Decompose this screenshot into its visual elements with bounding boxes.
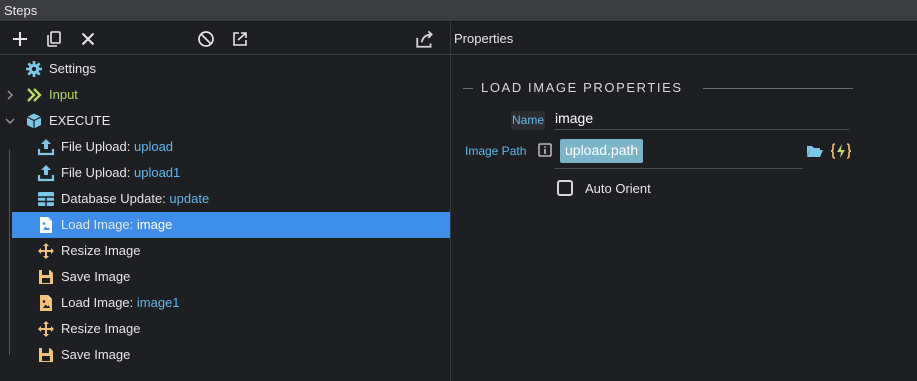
tree-item-file-upload[interactable]: File Upload: upload bbox=[0, 134, 450, 160]
tree-item-save-image[interactable]: Save Image bbox=[0, 342, 450, 368]
tree-item-label: File Upload: bbox=[61, 165, 134, 180]
tree-item-save-image[interactable]: Save Image bbox=[0, 264, 450, 290]
tree-item-label: Resize Image bbox=[61, 243, 141, 258]
disable-step-button[interactable] bbox=[196, 29, 216, 49]
close-icon bbox=[81, 32, 95, 46]
properties-header: Properties bbox=[416, 22, 917, 55]
section-load-image-properties: LOAD IMAGE PROPERTIES bbox=[463, 80, 853, 98]
name-field[interactable]: image bbox=[554, 107, 849, 130]
tree-item-load-image-selected[interactable]: Load Image: image bbox=[12, 212, 450, 238]
tree-item-execute[interactable]: EXECUTE bbox=[0, 108, 450, 134]
chevron-down-icon[interactable] bbox=[3, 114, 17, 128]
tree-item-resize-image[interactable]: Resize Image bbox=[0, 238, 450, 264]
tree-item-label: Load Image: bbox=[61, 217, 137, 232]
section-divider bbox=[463, 88, 473, 89]
tree-item-label: Save Image bbox=[61, 269, 131, 284]
tree-item-label: Database Update: bbox=[61, 191, 170, 206]
dynamic-data-icon[interactable] bbox=[830, 142, 852, 160]
chevrons-icon bbox=[27, 88, 42, 102]
save-icon bbox=[39, 270, 53, 284]
copy-step-button[interactable] bbox=[44, 29, 64, 49]
tree-item-load-image[interactable]: Load Image: image1 bbox=[0, 290, 450, 316]
section-divider bbox=[703, 88, 853, 89]
section-title: LOAD IMAGE PROPERTIES bbox=[481, 80, 683, 95]
folder-open-icon[interactable] bbox=[806, 144, 824, 158]
info-icon[interactable] bbox=[538, 143, 552, 157]
tree-item-label: Save Image bbox=[61, 347, 131, 362]
window-title: Steps bbox=[4, 3, 38, 18]
name-label: Name bbox=[511, 111, 545, 130]
tree-item-database-update[interactable]: Database Update: update bbox=[0, 186, 450, 212]
tree-item-label: File Upload: bbox=[61, 139, 134, 154]
tree-item-resize-image[interactable]: Resize Image bbox=[0, 316, 450, 342]
properties-title: Properties bbox=[454, 31, 514, 46]
auto-orient-label: Auto Orient bbox=[585, 181, 651, 196]
tree-item-value: upload1 bbox=[133, 165, 181, 180]
copy-icon bbox=[47, 31, 61, 47]
name-value: image bbox=[555, 110, 594, 126]
tree-item-label: Input bbox=[49, 87, 78, 102]
tree-item-input[interactable]: Input bbox=[0, 82, 450, 108]
export-step-button[interactable] bbox=[230, 29, 250, 49]
image-file-icon bbox=[40, 217, 52, 233]
tree-item-value: image1 bbox=[136, 295, 180, 310]
steps-panel: Settings Input EXECUTE File Upload: uplo… bbox=[0, 22, 451, 381]
add-icon bbox=[13, 32, 27, 46]
tree-item-label: Settings bbox=[49, 61, 96, 76]
path-value-chip[interactable]: upload.path bbox=[560, 139, 644, 163]
steps-titlebar: Steps bbox=[0, 0, 917, 22]
share-icon[interactable] bbox=[415, 29, 435, 49]
tree-item-label: Resize Image bbox=[61, 321, 141, 336]
tree-item-value: upload bbox=[133, 139, 174, 154]
delete-step-button[interactable] bbox=[78, 29, 98, 49]
auto-orient-checkbox[interactable] bbox=[557, 180, 573, 196]
image-file-icon bbox=[40, 295, 52, 311]
upload-icon bbox=[37, 165, 55, 182]
save-icon bbox=[39, 348, 53, 362]
tree-item-value: image bbox=[136, 217, 173, 232]
chevron-right-icon[interactable] bbox=[3, 88, 17, 102]
tree-item-settings[interactable]: Settings bbox=[0, 56, 450, 82]
move-icon bbox=[38, 243, 54, 259]
tree-item-file-upload[interactable]: File Upload: upload1 bbox=[0, 160, 450, 186]
gear-icon bbox=[26, 61, 42, 77]
tree-item-label: Load Image: bbox=[61, 295, 137, 310]
image-path-label: Image Path bbox=[465, 144, 527, 158]
move-icon bbox=[38, 321, 54, 337]
steps-toolbar bbox=[0, 22, 451, 55]
tree-item-label: EXECUTE bbox=[49, 113, 111, 128]
properties-panel: Properties LOAD IMAGE PROPERTIES Name im… bbox=[416, 22, 917, 381]
tree-item-value: update bbox=[169, 191, 210, 206]
export-icon bbox=[233, 32, 247, 46]
upload-icon bbox=[37, 139, 55, 156]
add-step-button[interactable] bbox=[10, 29, 30, 49]
disable-icon bbox=[198, 31, 214, 47]
table-icon bbox=[38, 192, 54, 206]
box-icon bbox=[26, 113, 42, 129]
image-path-field[interactable]: upload.path bbox=[554, 138, 803, 169]
